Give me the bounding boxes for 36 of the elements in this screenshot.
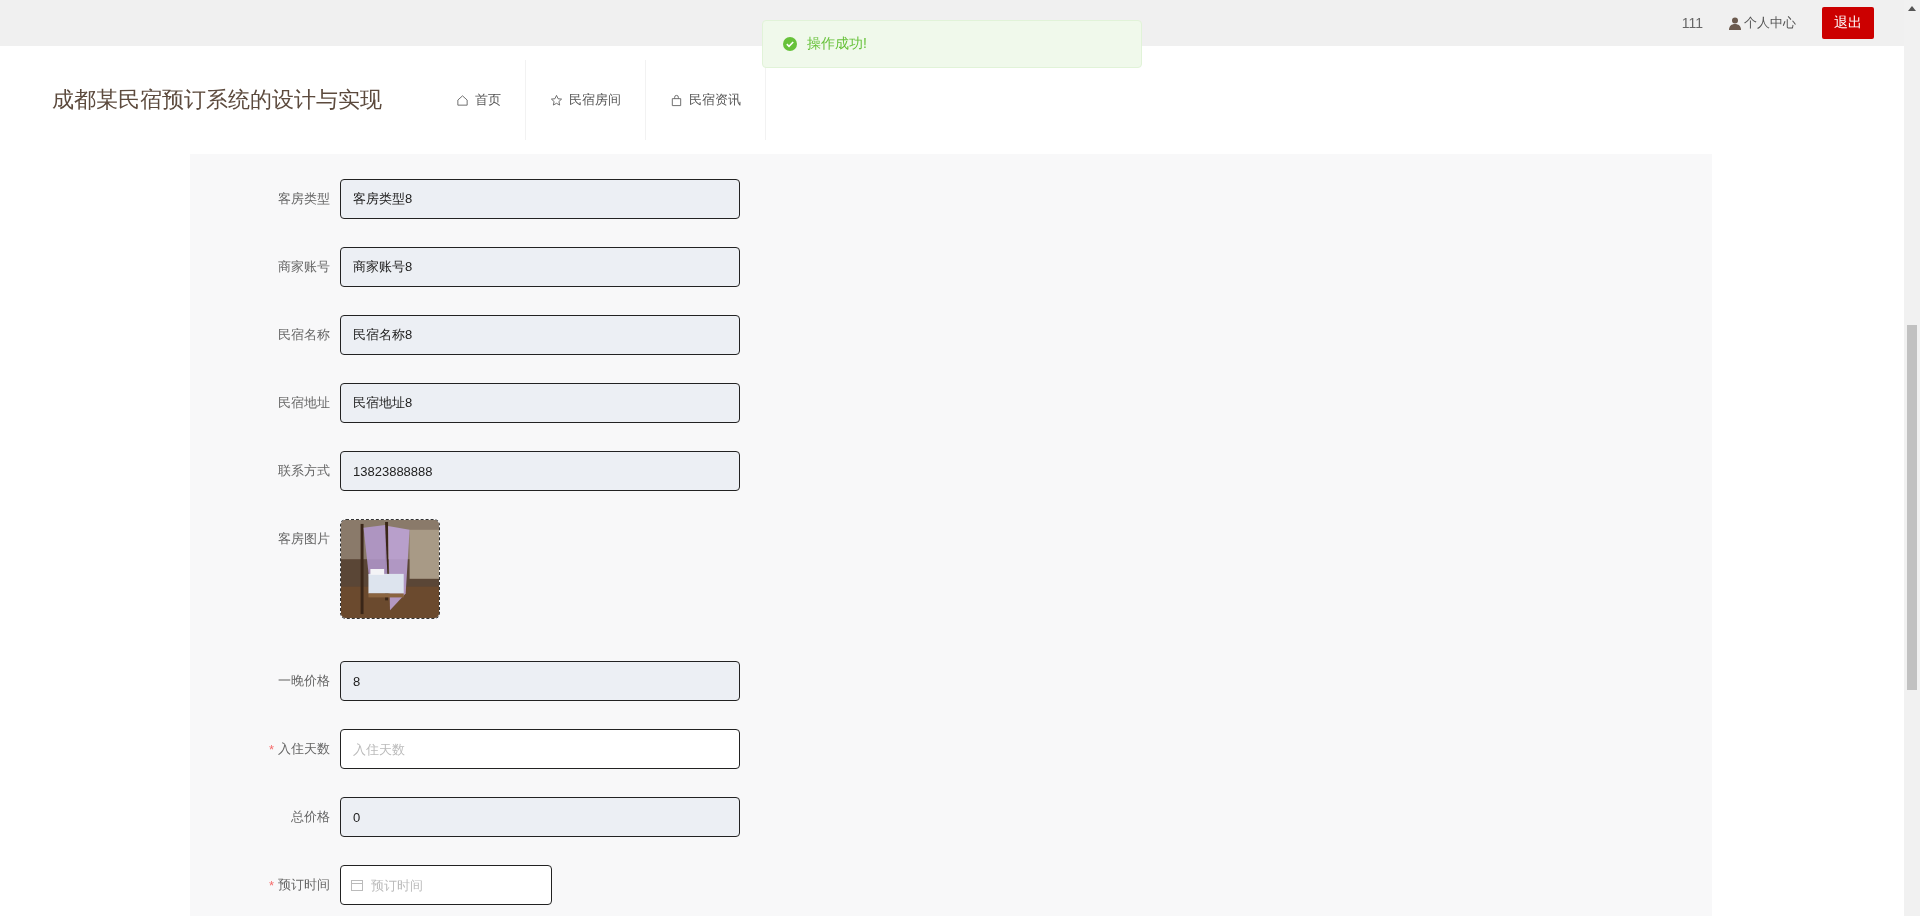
profile-link[interactable]: 个人中心	[1729, 14, 1796, 32]
field-label: 联系方式	[278, 462, 330, 480]
nav-item[interactable]: 首页	[432, 60, 526, 140]
home-icon	[456, 93, 469, 107]
input-field[interactable]: 客房类型8	[340, 179, 740, 219]
field-label: 客房类型	[278, 190, 330, 208]
input-field[interactable]: 入住天数	[340, 729, 740, 769]
calendar-icon	[351, 879, 363, 891]
scrollbar[interactable]	[1904, 0, 1920, 916]
field-label: 一晚价格	[278, 672, 330, 690]
input-field[interactable]: 民宿地址8	[340, 383, 740, 423]
nav-item[interactable]: 民宿房间	[526, 60, 646, 140]
input-field[interactable]: 民宿名称8	[340, 315, 740, 355]
site-title: 成都某民宿预订系统的设计与实现	[52, 86, 382, 114]
date-field[interactable]: 预订时间	[340, 865, 552, 905]
field-label: 客房图片	[278, 530, 330, 548]
required-mark: *	[268, 741, 274, 757]
field-label: 预订时间	[278, 876, 330, 894]
star-icon	[550, 93, 563, 107]
required-mark: *	[268, 877, 274, 893]
field-label: 商家账号	[278, 258, 330, 276]
toast-message: 操作成功!	[807, 35, 867, 53]
field-label: 总价格	[291, 808, 330, 826]
input-field[interactable]: 8	[340, 661, 740, 701]
input-field[interactable]: 0	[340, 797, 740, 837]
nav-item[interactable]: 民宿资讯	[646, 60, 766, 140]
field-label: 入住天数	[278, 740, 330, 758]
username: 111	[1681, 15, 1703, 31]
bag-icon	[670, 93, 683, 107]
check-circle-icon	[783, 37, 797, 51]
field-label: 民宿地址	[278, 394, 330, 412]
input-field[interactable]: 13823888888	[340, 451, 740, 491]
logout-button[interactable]: 退出	[1822, 7, 1874, 39]
field-label: 民宿名称	[278, 326, 330, 344]
user-icon	[1729, 16, 1741, 30]
input-field[interactable]: 商家账号8	[340, 247, 740, 287]
